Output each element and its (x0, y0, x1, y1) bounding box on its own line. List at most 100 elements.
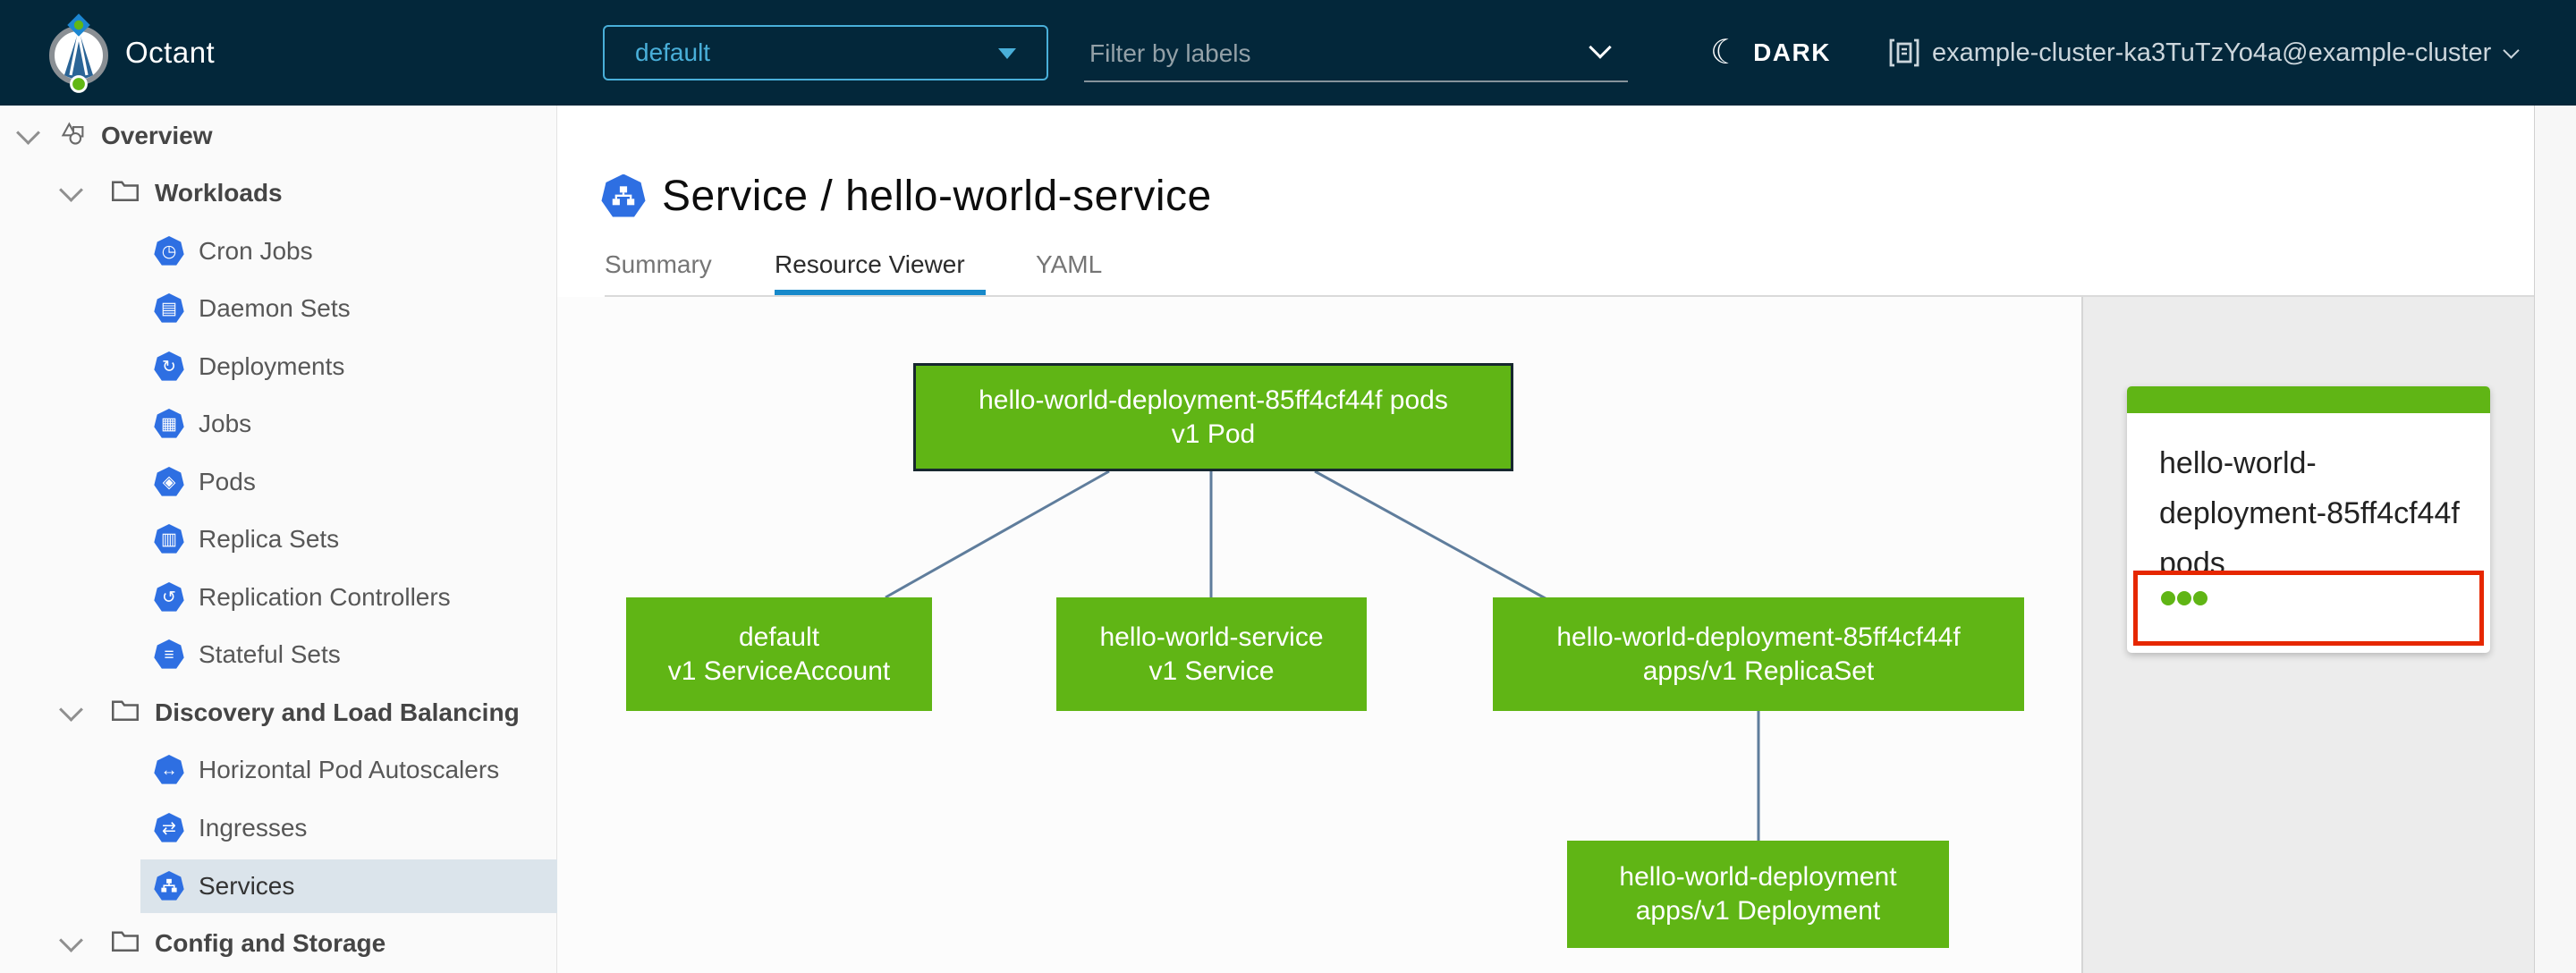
chevron-down-icon[interactable] (59, 927, 83, 952)
daemon-sets-icon: ▤ (154, 293, 184, 323)
chevron-down-icon[interactable] (59, 697, 83, 722)
sidebar-item-replication-controllers[interactable]: ↺ Replication Controllers (140, 571, 557, 623)
sidebar-nav: Overview Workloads ◷ Cron Jobs ▤ Daemon … (0, 106, 557, 973)
services-icon (154, 871, 184, 901)
node-name: hello-world-service (1099, 622, 1324, 652)
sidebar-group-workloads[interactable]: Workloads (54, 167, 552, 219)
selected-node-card[interactable]: hello-world-deployment-85ff4cf44f pods (2127, 386, 2490, 653)
sidebar-item-pods[interactable]: ◈ Pods (140, 456, 557, 508)
folder-icon (112, 698, 139, 727)
dropdown-caret-icon (998, 48, 1016, 59)
replica-sets-icon: ▥ (154, 524, 184, 554)
octant-app: Octant default ☾ DARK example-cluster-ka… (0, 0, 2576, 973)
cron-jobs-icon: ◷ (154, 236, 184, 266)
sidebar-item-label: Services (199, 872, 295, 900)
sidebar-item-overview[interactable]: Overview (11, 110, 552, 162)
moon-icon: ☾ (1710, 34, 1741, 72)
sidebar-item-cron-jobs[interactable]: ◷ Cron Jobs (140, 225, 557, 277)
app-header: Octant default ☾ DARK example-cluster-ka… (0, 0, 2576, 106)
tab-yaml[interactable]: YAML (1036, 250, 1102, 290)
node-name: default (738, 622, 820, 652)
sidebar-item-horizontal-pod-autoscalers[interactable]: ↔ Horizontal Pod Autoscalers (140, 744, 557, 796)
cluster-name: example-cluster-ka3TuTzYo4a@example-clus… (1932, 38, 2492, 67)
filter-input[interactable] (1088, 32, 1574, 75)
namespace-value: default (635, 38, 711, 66)
namespace-dropdown[interactable]: default (603, 25, 1048, 80)
icon-glyph: ↻ (162, 357, 176, 377)
cluster-icon (1889, 38, 1919, 67)
sidebar-group-config-and-storage[interactable]: Config and Storage (54, 918, 552, 969)
icon-glyph: ▦ (161, 414, 177, 434)
pod-status-dot (2193, 591, 2207, 605)
sidebar-item-label: Daemon Sets (199, 294, 351, 322)
sidebar-item-label: Horizontal Pod Autoscalers (199, 756, 500, 783)
node-name: hello-world-deployment (1619, 862, 1897, 892)
page-title: Service / hello-world-service (662, 173, 1212, 220)
sidebar-item-label: Config and Storage (155, 929, 386, 957)
sidebar-item-ingresses[interactable]: ⇄ Ingresses (140, 802, 557, 854)
node-kind: v1 ServiceAccount (667, 656, 891, 686)
tab-summary[interactable]: Summary (605, 250, 712, 290)
graph-node-serviceaccount[interactable]: default v1 ServiceAccount (626, 597, 932, 711)
stateful-sets-icon: ≡ (154, 639, 184, 669)
sidebar-group-discovery-and-load-balancing[interactable]: Discovery and Load Balancing (54, 687, 552, 739)
graph-edge-pod-serviceaccount (885, 470, 1110, 599)
sidebar-item-deployments[interactable]: ↻ Deployments (140, 341, 557, 393)
graph-node-replicaset[interactable]: hello-world-deployment-85ff4cf44f apps/v… (1493, 597, 2024, 711)
pod-status-dots (2161, 591, 2207, 605)
sidebar-item-label: Deployments (199, 352, 345, 380)
card-status-bar (2127, 386, 2490, 413)
overview-icon (60, 120, 87, 153)
folder-icon (112, 179, 139, 207)
tab-resource-viewer[interactable]: Resource Viewer (775, 250, 965, 290)
chevron-down-icon[interactable] (1589, 36, 1612, 59)
replication-controllers-icon: ↺ (154, 582, 184, 612)
icon-glyph: ↔ (160, 760, 178, 780)
resource-graph: hello-world-deployment-85ff4cf44f pods v… (557, 297, 2081, 973)
ingresses-icon: ⇄ (154, 813, 184, 842)
horizontal-pod-autoscalers-icon: ↔ (154, 755, 184, 784)
octant-logo-icon[interactable] (43, 9, 114, 99)
card-title: hello-world-deployment-85ff4cf44f pods (2159, 446, 2460, 580)
chevron-down-icon[interactable] (59, 177, 83, 202)
sidebar-item-label: Pods (199, 468, 256, 495)
pods-icon: ◈ (154, 467, 184, 496)
service-resource-icon (601, 173, 646, 217)
deployments-icon: ↻ (154, 351, 184, 381)
app-title: Octant (125, 36, 216, 69)
icon-glyph: ↺ (162, 588, 176, 607)
theme-toggle-label: DARK (1753, 38, 1831, 66)
theme-toggle[interactable]: ☾ DARK (1710, 0, 1831, 106)
sidebar-item-replica-sets[interactable]: ▥ Replica Sets (140, 513, 557, 565)
label-filter (1084, 27, 1628, 82)
sidebar-item-stateful-sets[interactable]: ≡ Stateful Sets (140, 629, 557, 681)
jobs-icon: ▦ (154, 409, 184, 438)
graph-node-service[interactable]: hello-world-service v1 Service (1056, 597, 1367, 711)
node-kind: apps/v1 ReplicaSet (1642, 656, 1875, 686)
sidebar-item-label: Ingresses (199, 814, 308, 842)
pod-status-dot (2177, 591, 2191, 605)
sidebar-item-label: Jobs (199, 410, 252, 437)
sidebar-item-jobs[interactable]: ▦ Jobs (140, 398, 557, 450)
icon-glyph: ▥ (161, 529, 177, 549)
chevron-down-icon (2503, 41, 2520, 59)
sidebar-item-label: Replica Sets (199, 525, 340, 553)
folder-icon (112, 929, 139, 958)
sidebar-item-services[interactable]: Services (140, 859, 557, 913)
graph-node-deployment[interactable]: hello-world-deployment apps/v1 Deploymen… (1567, 841, 1949, 948)
sidebar-item-daemon-sets[interactable]: ▤ Daemon Sets (140, 283, 557, 334)
sidebar-item-label: Replication Controllers (199, 583, 451, 611)
pod-status-dot (2161, 591, 2175, 605)
node-kind: v1 Service (1148, 656, 1275, 686)
graph-edge-pod-replicaset (1314, 470, 1551, 603)
node-name: hello-world-deployment-85ff4cf44f (1556, 622, 1961, 652)
chevron-down-icon[interactable] (16, 120, 40, 145)
page-header: Service / hello-world-service (601, 172, 1212, 221)
graph-node-pod[interactable]: hello-world-deployment-85ff4cf44f pods v… (913, 363, 1513, 471)
cluster-selector[interactable]: example-cluster-ka3TuTzYo4a@example-clus… (1889, 0, 2520, 106)
icon-glyph: ≡ (164, 645, 174, 664)
icon-glyph: ◈ (162, 472, 176, 492)
icon-glyph: ▤ (161, 299, 177, 318)
sidebar-item-label: Overview (101, 122, 213, 149)
sidebar-item-label: Stateful Sets (199, 640, 341, 668)
